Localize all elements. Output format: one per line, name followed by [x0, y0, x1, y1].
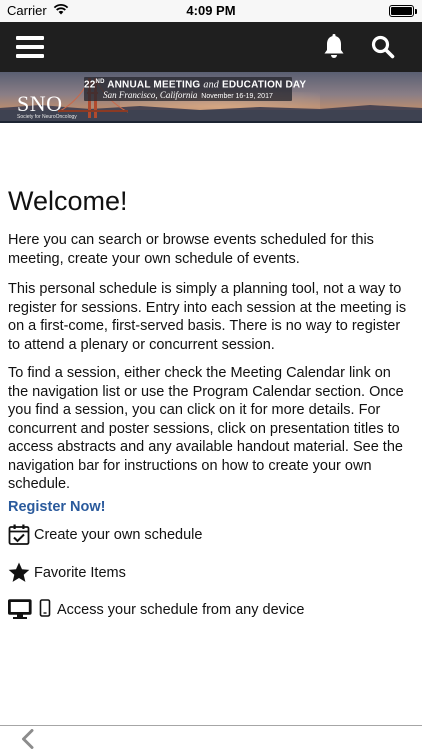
event-banner: SNO Society for NeuroOncology 22ND ANNUA… — [0, 72, 422, 122]
feature-any-device: Access your schedule from any device — [8, 599, 304, 621]
menu-icon[interactable] — [16, 36, 44, 58]
page-title: Welcome! — [8, 186, 128, 216]
feature-label: Access your schedule from any device — [57, 602, 305, 618]
sno-logo-subtitle: Society for NeuroOncology — [17, 114, 77, 120]
back-chevron-icon[interactable] — [20, 729, 36, 750]
bell-icon[interactable] — [322, 34, 346, 65]
meeting-title: 22ND ANNUAL MEETING and EDUCATION DAY — [84, 79, 307, 91]
find-session-paragraph: To find a session, either check the Meet… — [8, 365, 404, 492]
meeting-title-plate: 22ND ANNUAL MEETING and EDUCATION DAY Sa… — [84, 77, 307, 101]
battery-icon — [389, 5, 417, 17]
star-icon — [8, 562, 30, 583]
sno-logo: SNO — [17, 91, 63, 116]
schedule-info-paragraph: This personal schedule is simply a plann… — [8, 281, 407, 353]
meeting-location: San Francisco, California November 16-19… — [103, 90, 273, 100]
status-bar: Carrier 4:09 PM — [0, 0, 422, 22]
devices-icon — [8, 599, 53, 621]
bottom-toolbar — [0, 725, 422, 750]
feature-create-schedule: Create your own schedule — [8, 524, 202, 546]
calendar-check-icon — [8, 524, 30, 546]
nav-bar — [0, 22, 422, 72]
intro-paragraph: Here you can search or browse events sch… — [8, 232, 374, 267]
status-time: 4:09 PM — [186, 3, 236, 18]
feature-label: Favorite Items — [34, 564, 126, 581]
register-now-link[interactable]: Register Now! — [8, 499, 106, 515]
feature-label: Create your own schedule — [34, 527, 203, 543]
search-icon[interactable] — [371, 35, 395, 64]
feature-favorite-items: Favorite Items — [8, 562, 126, 583]
